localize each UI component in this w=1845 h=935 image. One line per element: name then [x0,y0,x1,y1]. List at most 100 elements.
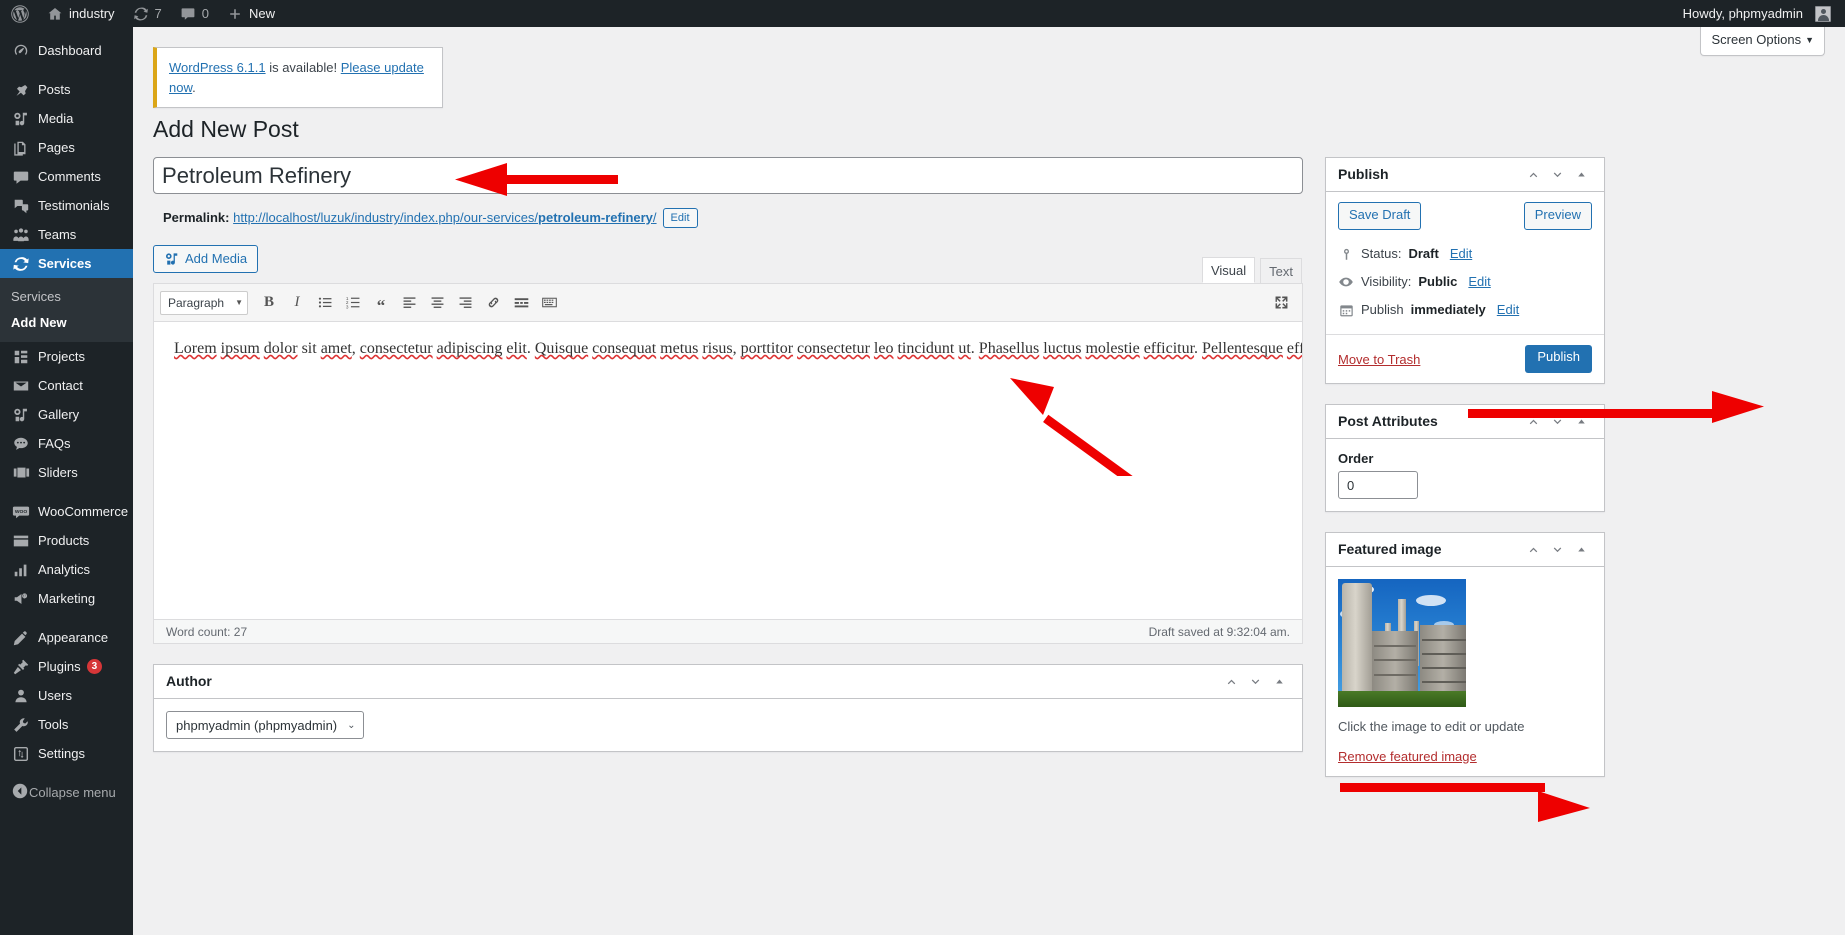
move-up-icon[interactable] [1220,671,1242,693]
post-title-input[interactable] [153,157,1303,194]
media-buttons: Add Media [153,245,1303,275]
submenu-item-services[interactable]: Services [0,284,133,310]
collapse-menu-label: Collapse menu [29,785,116,800]
sidebar-metaboxes: Publish Save Draft Preview Status: Draft… [1325,157,1605,797]
blockquote-button[interactable]: “ [368,290,394,316]
screen-options-button[interactable]: Screen Options ▼ [1700,27,1825,56]
toggle-panel-icon[interactable] [1570,539,1592,561]
tab-text[interactable]: Text [1260,258,1302,283]
sidebar-item-contact[interactable]: Contact [0,371,133,400]
sidebar-item-faqs[interactable]: FAQs [0,429,133,458]
updates-link[interactable]: 7 [124,0,171,27]
submenu-item-add-new[interactable]: Add New [0,310,133,336]
sidebar-item-appearance[interactable]: Appearance [0,623,133,652]
plugins-update-badge: 3 [86,659,103,674]
sidebar-item-settings[interactable]: Settings [0,739,133,768]
sidebar-item-testimonials[interactable]: Testimonials [0,191,133,220]
add-media-button[interactable]: Add Media [153,245,259,273]
edit-schedule-link[interactable]: Edit [1497,301,1519,319]
title-wrap [153,157,1303,194]
settings-icon [11,744,31,764]
numbered-list-button[interactable]: 123 [340,290,366,316]
bulleted-list-button[interactable] [312,290,338,316]
sidebar-item-projects[interactable]: Projects [0,342,133,371]
preview-button[interactable]: Preview [1523,202,1592,230]
chevron-down-icon: ▼ [1805,35,1814,45]
bold-button[interactable]: B [256,290,282,316]
move-up-icon[interactable] [1522,411,1544,433]
order-input[interactable] [1338,471,1418,499]
sidebar-item-dashboard[interactable]: Dashboard [0,36,133,65]
sidebar-item-label: Marketing [38,591,96,606]
toolbar-toggle-button[interactable] [536,290,562,316]
sidebar-item-pages[interactable]: Pages [0,133,133,162]
sidebar-item-products[interactable]: Products [0,526,133,555]
publish-button[interactable]: Publish [1525,345,1592,373]
comments-link[interactable]: 0 [171,0,218,27]
sidebar-item-woocommerce[interactable]: WOO WooCommerce [0,497,133,526]
updates-icon [133,6,149,22]
author-select[interactable]: phpmyadmin (phpmyadmin) ⌄ [166,711,364,739]
page-title: Add New Post [153,116,299,142]
move-down-icon[interactable] [1244,671,1266,693]
sidebar-item-services[interactable]: Services [0,249,141,278]
sidebar-item-plugins[interactable]: Plugins 3 [0,652,133,681]
editor-content-area[interactable]: Lorem ipsum dolor sit amet, consectetur … [154,322,1302,619]
save-draft-button[interactable]: Save Draft [1338,202,1422,230]
site-name-link[interactable]: industry [38,0,124,27]
my-account-link[interactable]: Howdy, phpmyadmin [1674,0,1845,27]
align-right-button[interactable] [452,290,478,316]
tab-visual[interactable]: Visual [1201,257,1256,283]
sidebar-item-label: Media [38,111,74,126]
move-down-icon[interactable] [1546,164,1568,186]
edit-visibility-link[interactable]: Edit [1468,273,1490,291]
align-center-button[interactable] [424,290,450,316]
move-up-icon[interactable] [1522,539,1544,561]
edit-status-link[interactable]: Edit [1450,245,1472,263]
sidebar-item-marketing[interactable]: Marketing [0,584,133,613]
eye-icon [1338,274,1354,290]
sample-permalink-link[interactable]: http://localhost/luzuk/industry/index.ph… [233,210,656,225]
svg-text:3: 3 [345,304,348,309]
toggle-panel-icon[interactable] [1570,164,1592,186]
editor-status-bar: Word count: 27 Draft saved at 9:32:04 am… [154,619,1302,643]
toggle-panel-icon[interactable] [1268,671,1290,693]
sidebar-item-posts[interactable]: Posts [0,75,133,104]
move-up-icon[interactable] [1522,164,1544,186]
services-icon [11,254,31,274]
sidebar-item-tools[interactable]: Tools [0,710,133,739]
sidebar-item-analytics[interactable]: Analytics [0,555,133,584]
handle-actions [1220,671,1290,693]
remove-featured-image-link[interactable]: Remove featured image [1338,749,1477,764]
distraction-free-icon[interactable] [1268,290,1294,316]
move-to-trash-link[interactable]: Move to Trash [1338,352,1420,367]
teams-icon [11,225,31,245]
sidebar-item-comments[interactable]: Comments [0,162,133,191]
menu-separator [0,613,133,623]
edit-permalink-button[interactable]: Edit [662,208,698,228]
sidebar-item-users[interactable]: Users [0,681,133,710]
move-down-icon[interactable] [1546,411,1568,433]
sidebar-item-teams[interactable]: Teams [0,220,133,249]
mail-icon [11,376,31,396]
sidebar-item-gallery[interactable]: Gallery [0,400,133,429]
insert-link-button[interactable] [480,290,506,316]
handle-actions [1522,164,1592,186]
new-content-link[interactable]: New [218,0,284,27]
avatar [1815,5,1831,22]
featured-image-thumbnail[interactable] [1338,579,1466,707]
post-status-row: Status: Draft Edit [1338,240,1592,268]
toggle-panel-icon[interactable] [1570,411,1592,433]
collapse-menu-button[interactable]: Collapse menu [0,778,133,807]
sidebar-item-media[interactable]: Media [0,104,133,133]
read-more-button[interactable] [508,290,534,316]
sidebar-item-sliders[interactable]: Sliders [0,458,133,487]
format-select[interactable]: Paragraph ▼ [160,290,248,315]
italic-button[interactable]: I [284,290,310,316]
editor-container: Visual Text Paragraph ▼ B I 123 “ Lorem … [153,257,1303,644]
align-left-button[interactable] [396,290,422,316]
wordpress-logo-link[interactable] [0,0,38,27]
wordpress-version-link[interactable]: WordPress 6.1.1 [169,60,266,75]
home-icon [47,6,63,22]
move-down-icon[interactable] [1546,539,1568,561]
